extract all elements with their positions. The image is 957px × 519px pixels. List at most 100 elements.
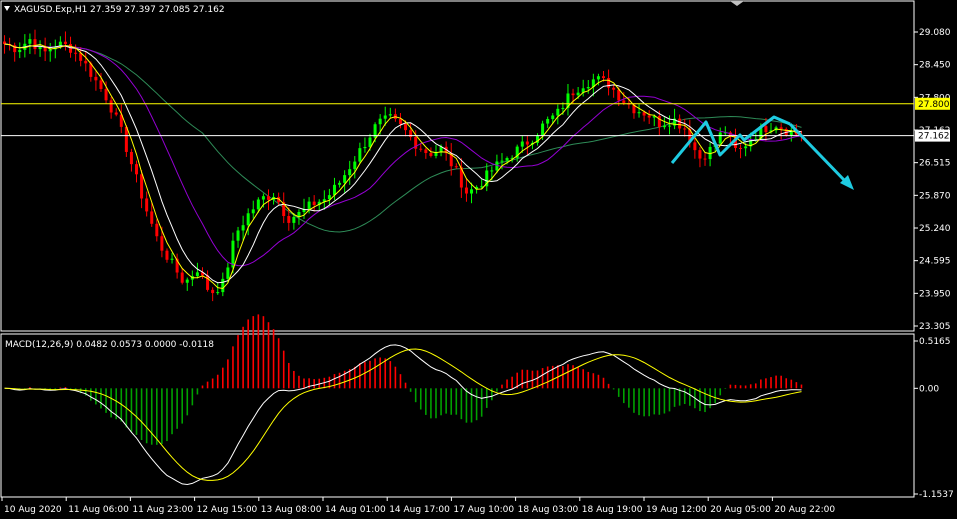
candle-body bbox=[586, 87, 590, 89]
candle-body bbox=[398, 118, 402, 125]
candle-body bbox=[358, 148, 362, 162]
candle-body bbox=[129, 151, 133, 165]
price-tick-label: 26.515 bbox=[919, 159, 951, 169]
chart-canvas[interactable]: XAGUSD.Exp,H1 27.359 27.397 27.085 27.16… bbox=[0, 0, 957, 519]
candle-body bbox=[18, 49, 22, 53]
price-highlight-label: 27.800 bbox=[918, 100, 950, 110]
candle-body bbox=[551, 115, 555, 120]
candle-body bbox=[698, 150, 702, 159]
candle-body bbox=[739, 147, 743, 149]
candle-body bbox=[556, 108, 560, 116]
candle-body bbox=[678, 118, 682, 129]
candle-body bbox=[63, 41, 67, 45]
price-tick-label: 25.870 bbox=[919, 191, 951, 201]
candle-body bbox=[221, 278, 225, 293]
candle-body bbox=[74, 52, 78, 54]
candle-body bbox=[348, 169, 352, 176]
candle-body bbox=[69, 44, 73, 53]
candle-body bbox=[312, 201, 316, 206]
price-tick-label: 28.450 bbox=[919, 61, 951, 71]
candle-body bbox=[256, 199, 260, 210]
time-tick-label: 12 Aug 15:00 bbox=[197, 505, 258, 515]
candle-body bbox=[576, 92, 580, 96]
candle-body bbox=[561, 107, 565, 109]
candle-body bbox=[251, 209, 255, 214]
candle-body bbox=[211, 289, 215, 294]
time-tick-label: 14 Aug 17:00 bbox=[389, 505, 450, 515]
time-tick-label: 20 Aug 22:00 bbox=[774, 505, 835, 515]
candle-body bbox=[368, 137, 372, 147]
candle-body bbox=[94, 76, 98, 81]
candle-body bbox=[546, 119, 550, 124]
candle-body bbox=[505, 158, 509, 161]
candle-body bbox=[114, 112, 118, 115]
candle-body bbox=[404, 124, 408, 131]
candle-body bbox=[343, 175, 347, 183]
candle-body bbox=[454, 166, 458, 168]
time-tick-label: 11 Aug 06:00 bbox=[68, 505, 129, 515]
candle-body bbox=[637, 112, 641, 114]
candle-body bbox=[104, 89, 108, 101]
candle-body bbox=[419, 148, 423, 150]
candle-body bbox=[261, 196, 265, 200]
price-tick-label: 23.305 bbox=[919, 322, 951, 332]
time-tick-label: 13 Aug 08:00 bbox=[261, 505, 322, 515]
candle-body bbox=[124, 126, 128, 152]
time-tick-label: 17 Aug 10:00 bbox=[453, 505, 514, 515]
candle-body bbox=[236, 230, 240, 241]
candle-body bbox=[145, 198, 149, 212]
candle-body bbox=[764, 126, 768, 133]
candle-body bbox=[602, 76, 605, 79]
time-tick-label: 11 Aug 23:00 bbox=[132, 505, 193, 515]
candle-body bbox=[266, 196, 270, 200]
candle-body bbox=[363, 146, 367, 149]
candle-body bbox=[541, 123, 545, 136]
price-tick-label: 25.240 bbox=[919, 224, 951, 234]
candle-body bbox=[287, 216, 291, 223]
candle-body bbox=[525, 141, 529, 145]
price-tick-label: 29.080 bbox=[919, 28, 951, 38]
time-tick-label: 18 Aug 19:00 bbox=[582, 505, 643, 515]
candle-body bbox=[140, 174, 144, 199]
candle-body bbox=[596, 76, 600, 80]
candle-body bbox=[667, 125, 671, 127]
candle-body bbox=[520, 141, 524, 147]
candle-body bbox=[388, 114, 392, 116]
time-tick-label: 20 Aug 05:00 bbox=[710, 505, 771, 515]
candle-body bbox=[185, 279, 189, 283]
candle-body bbox=[744, 146, 748, 149]
candle-body bbox=[307, 201, 311, 209]
candle-body bbox=[383, 115, 387, 119]
ohlc-label: 27.359 27.397 27.085 27.162 bbox=[90, 5, 225, 15]
time-tick-label: 14 Aug 01:00 bbox=[325, 505, 386, 515]
candle-body bbox=[99, 80, 103, 90]
symbol-label: XAGUSD.Exp,H1 bbox=[14, 5, 87, 15]
macd-panel[interactable] bbox=[0, 333, 915, 498]
price-tick-label: 24.595 bbox=[919, 257, 951, 267]
price-tick-label: 23.950 bbox=[919, 289, 951, 299]
candle-body bbox=[246, 213, 250, 226]
candle-body bbox=[338, 182, 342, 185]
candle-body bbox=[612, 87, 616, 90]
macd-tick-label: 0.00 bbox=[919, 384, 939, 394]
time-tick-label: 10 Aug 2020 bbox=[4, 505, 62, 515]
candle-body bbox=[718, 132, 722, 144]
time-tick-label: 19 Aug 12:00 bbox=[646, 505, 707, 515]
candle-body bbox=[490, 170, 494, 172]
macd-label: MACD(12,26,9) 0.0482 0.0573 0.0000 -0.01… bbox=[5, 340, 214, 350]
candle-body bbox=[195, 272, 199, 277]
candle-body bbox=[683, 128, 687, 130]
candle-body bbox=[571, 93, 575, 96]
candle-body bbox=[500, 160, 504, 162]
candle-body bbox=[180, 272, 184, 283]
candle-body bbox=[170, 258, 174, 260]
candle-body bbox=[779, 127, 783, 130]
candle-body bbox=[150, 211, 154, 224]
candle-body bbox=[33, 39, 37, 50]
candle-body bbox=[165, 250, 169, 260]
candle-body bbox=[642, 112, 646, 116]
candle-body bbox=[617, 89, 621, 101]
candle-body bbox=[292, 216, 296, 223]
candle-body bbox=[647, 115, 651, 118]
candle-body bbox=[216, 292, 220, 294]
